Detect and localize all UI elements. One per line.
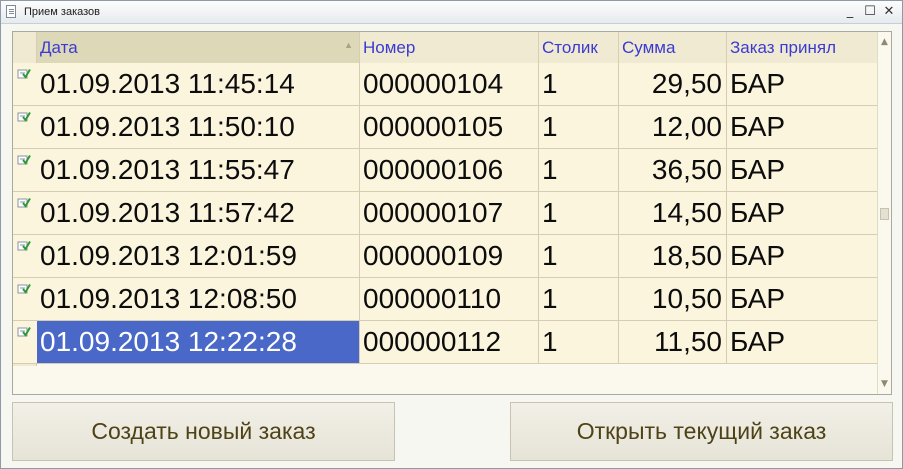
cell-date[interactable]: 01.09.2013 12:22:28 bbox=[37, 321, 360, 363]
cell-table[interactable]: 1 bbox=[539, 192, 619, 234]
cell-date[interactable]: 01.09.2013 11:50:10 bbox=[37, 106, 360, 148]
cell-taker[interactable]: БАР bbox=[727, 192, 879, 234]
cell-number[interactable]: 000000112 bbox=[360, 321, 539, 363]
table-row[interactable]: 01.09.2013 11:45:14 000000104 1 29,50 БАР bbox=[13, 63, 879, 106]
cell-number[interactable]: 000000107 bbox=[360, 192, 539, 234]
document-check-icon bbox=[17, 239, 31, 251]
orders-window: Прием заказов _ ☐ ✕ Дата ▲ Номер Столик … bbox=[0, 0, 903, 469]
column-header-number[interactable]: Номер bbox=[360, 32, 539, 63]
cell-date[interactable]: 01.09.2013 11:57:42 bbox=[37, 192, 360, 234]
maximize-button[interactable]: ☐ bbox=[862, 4, 878, 20]
document-check-icon bbox=[17, 110, 31, 122]
cell-sum[interactable]: 10,50 bbox=[619, 278, 727, 320]
scroll-up-icon[interactable]: ▲ bbox=[878, 35, 891, 49]
vertical-scrollbar[interactable]: ▲ ▼ bbox=[877, 32, 891, 394]
cell-sum[interactable]: 36,50 bbox=[619, 149, 727, 191]
document-check-icon bbox=[17, 325, 31, 337]
window-title: Прием заказов bbox=[24, 6, 100, 18]
cell-table[interactable]: 1 bbox=[539, 63, 619, 105]
cell-sum[interactable]: 11,50 bbox=[619, 321, 727, 363]
minimize-button[interactable]: _ bbox=[842, 4, 858, 20]
cell-taker[interactable]: БАР bbox=[727, 235, 879, 277]
column-header-table[interactable]: Столик bbox=[539, 32, 619, 63]
cell-number[interactable]: 000000105 bbox=[360, 106, 539, 148]
cell-table[interactable]: 1 bbox=[539, 278, 619, 320]
cell-sum[interactable]: 18,50 bbox=[619, 235, 727, 277]
cell-number[interactable]: 000000106 bbox=[360, 149, 539, 191]
cell-date[interactable]: 01.09.2013 11:55:47 bbox=[37, 149, 360, 191]
sort-ascending-icon: ▲ bbox=[344, 40, 353, 50]
cell-sum[interactable]: 14,50 bbox=[619, 192, 727, 234]
table-header: Дата ▲ Номер Столик Сумма Заказ принял bbox=[13, 32, 879, 64]
cell-taker[interactable]: БАР bbox=[727, 321, 879, 363]
scroll-thumb[interactable] bbox=[880, 208, 889, 220]
orders-table[interactable]: Дата ▲ Номер Столик Сумма Заказ принял 0… bbox=[12, 31, 892, 395]
cell-date[interactable]: 01.09.2013 12:08:50 bbox=[37, 278, 360, 320]
column-header-taker[interactable]: Заказ принял bbox=[727, 32, 879, 63]
cell-number[interactable]: 000000104 bbox=[360, 63, 539, 105]
column-header-label: Дата bbox=[40, 38, 78, 57]
open-order-button[interactable]: Открыть текущий заказ bbox=[510, 402, 893, 461]
cell-number[interactable]: 000000110 bbox=[360, 278, 539, 320]
title-bar: Прием заказов _ ☐ ✕ bbox=[1, 1, 902, 24]
cell-table[interactable]: 1 bbox=[539, 106, 619, 148]
close-button[interactable]: ✕ bbox=[881, 4, 897, 20]
cell-sum[interactable]: 12,00 bbox=[619, 106, 727, 148]
cell-sum[interactable]: 29,50 bbox=[619, 63, 727, 105]
cell-table[interactable]: 1 bbox=[539, 321, 619, 363]
column-header-sum[interactable]: Сумма bbox=[619, 32, 727, 63]
cell-taker[interactable]: БАР bbox=[727, 278, 879, 320]
table-row[interactable]: 01.09.2013 12:08:50 000000110 1 10,50 БАР bbox=[13, 278, 879, 321]
header-icon-cell bbox=[13, 32, 37, 63]
table-row[interactable]: 01.09.2013 11:55:47 000000106 1 36,50 БАР bbox=[13, 149, 879, 192]
cell-number[interactable]: 000000109 bbox=[360, 235, 539, 277]
scroll-down-icon[interactable]: ▼ bbox=[878, 377, 891, 391]
document-check-icon bbox=[17, 282, 31, 294]
document-check-icon bbox=[17, 153, 31, 165]
create-order-button[interactable]: Создать новый заказ bbox=[12, 402, 395, 461]
cell-taker[interactable]: БАР bbox=[727, 63, 879, 105]
document-check-icon bbox=[17, 196, 31, 208]
cell-date[interactable]: 01.09.2013 11:45:14 bbox=[37, 63, 360, 105]
cell-date[interactable]: 01.09.2013 12:01:59 bbox=[37, 235, 360, 277]
document-icon bbox=[6, 5, 16, 18]
table-row[interactable]: 01.09.2013 12:01:59 000000109 1 18,50 БАР bbox=[13, 235, 879, 278]
table-row[interactable]: 01.09.2013 11:50:10 000000105 1 12,00 БАР bbox=[13, 106, 879, 149]
document-check-icon bbox=[17, 67, 31, 79]
table-row[interactable]: 01.09.2013 11:57:42 000000107 1 14,50 БАР bbox=[13, 192, 879, 235]
cell-table[interactable]: 1 bbox=[539, 235, 619, 277]
cell-taker[interactable]: БАР bbox=[727, 149, 879, 191]
cell-taker[interactable]: БАР bbox=[727, 106, 879, 148]
column-header-date[interactable]: Дата ▲ bbox=[37, 32, 360, 63]
table-row[interactable]: 01.09.2013 12:22:28 000000112 1 11,50 БАР bbox=[13, 321, 879, 364]
cell-table[interactable]: 1 bbox=[539, 149, 619, 191]
